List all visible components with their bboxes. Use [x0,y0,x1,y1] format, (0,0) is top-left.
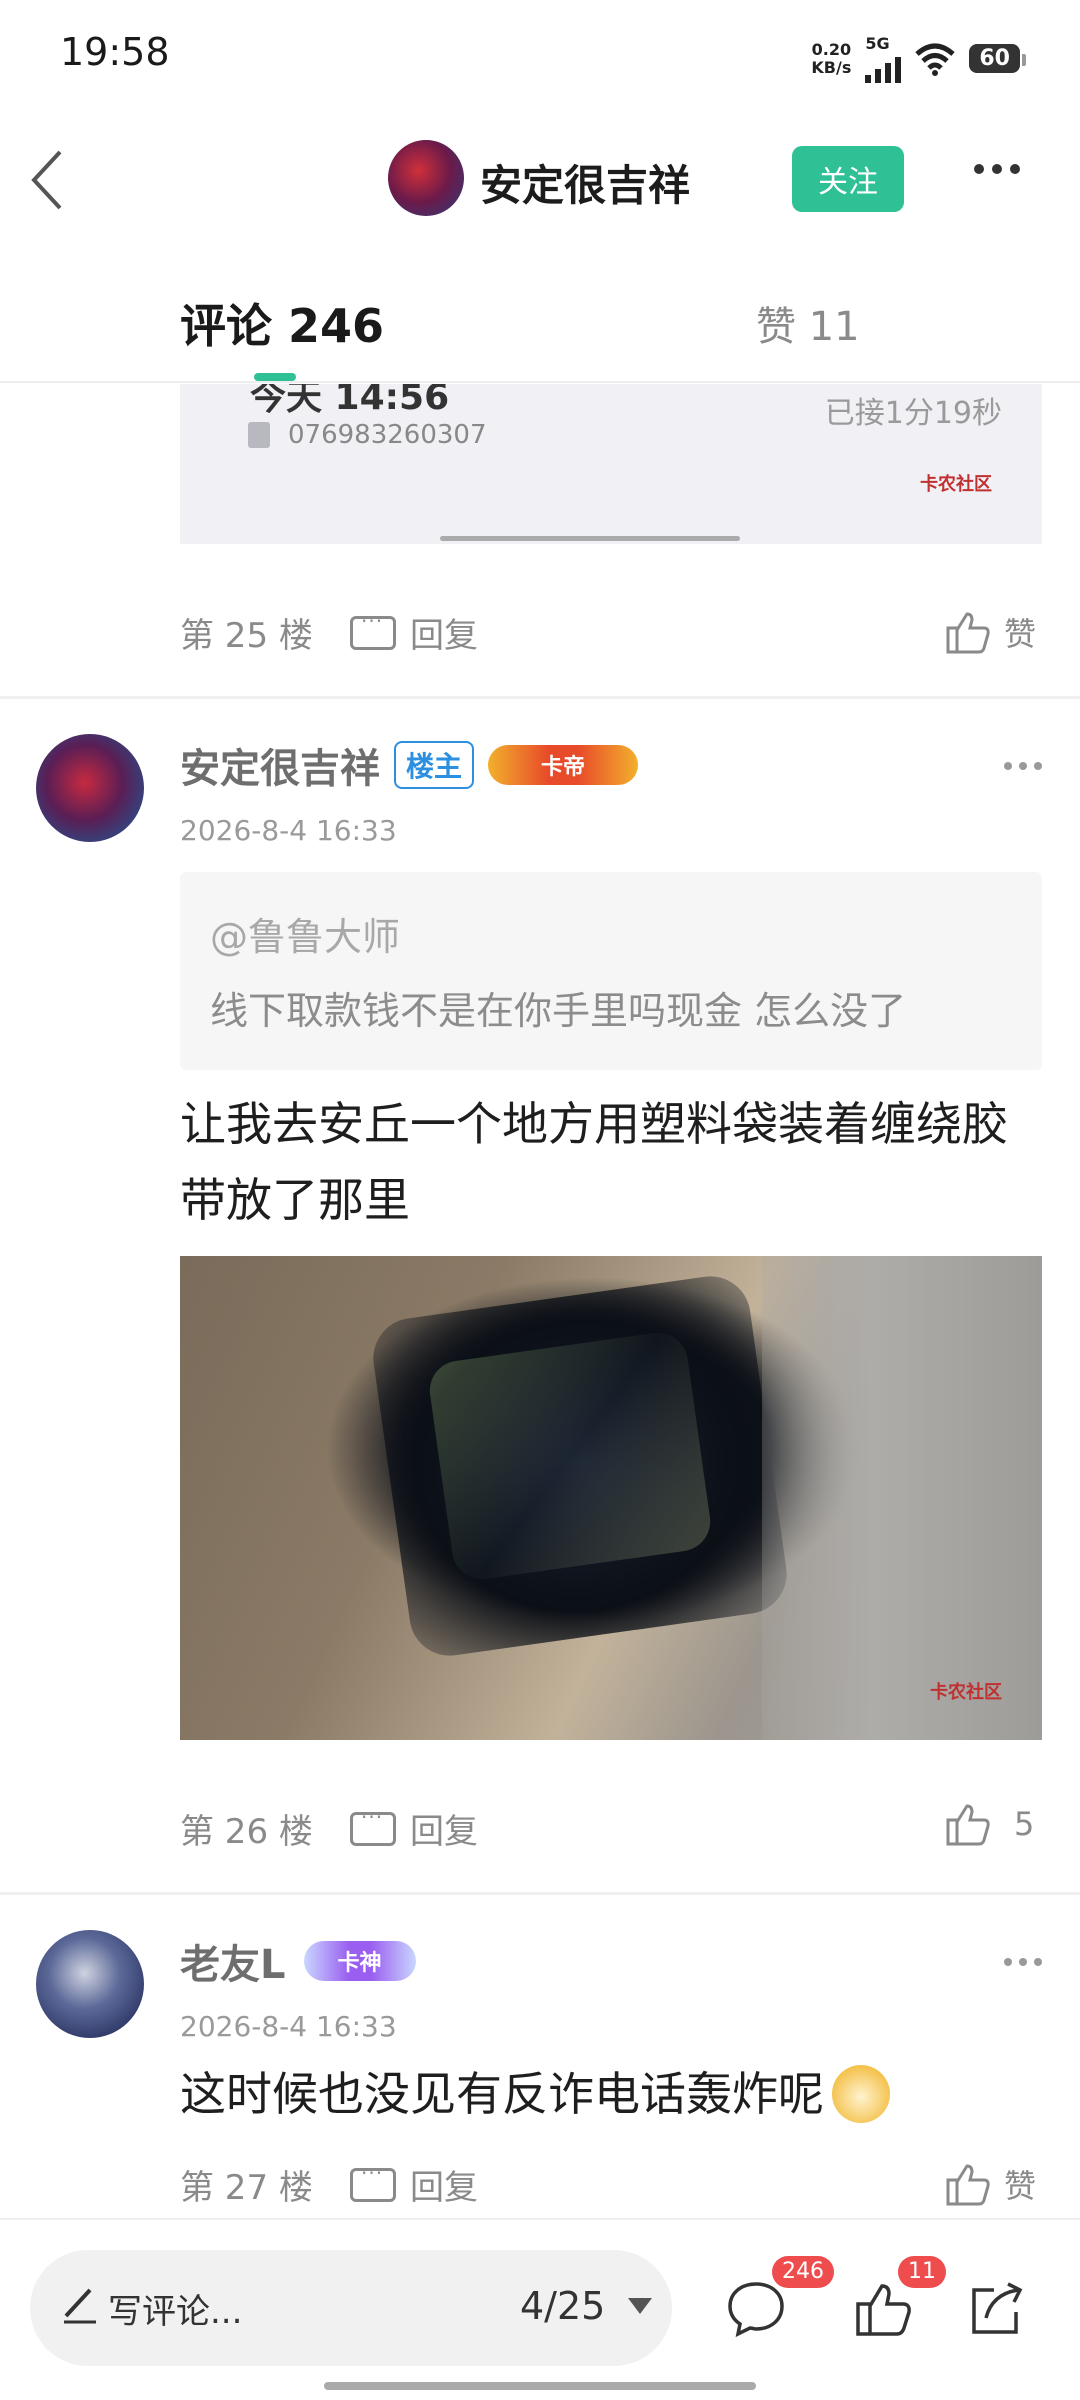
reply-label: 回复 [410,1812,478,1852]
call-duration: 已接1分19秒 [824,396,1002,431]
quoted-text: 线下取款钱不是在你手里吗现金 怎么没了 [210,989,907,1033]
thumbs-up-icon[interactable] [850,2276,914,2340]
comment-body-line: 带放了那里 [180,1173,410,1227]
reply-label: 回复 [410,2168,478,2208]
quoted-reply[interactable]: @鲁鲁大师 线下取款钱不是在你手里吗现金 怎么没了 [180,872,1042,1070]
comment-author[interactable]: 安定很吉祥 [180,736,380,794]
comment-body-text: 这时候也没见有反诈电话轰炸呢 [180,2067,824,2121]
floor-number: 第 26 楼 [180,1812,313,1852]
like-button[interactable]: 赞 [944,608,1036,656]
follow-button[interactable]: 关注 [792,146,904,212]
reply-label: 回复 [410,616,478,656]
comment-more-icon[interactable] [1004,762,1042,770]
like-button[interactable]: 赞 [944,2160,1036,2208]
rank-badge: 卡帝 [488,745,639,785]
floor-number: 第 25 楼 [180,616,313,656]
tabs-divider [0,381,1080,383]
tab-indicator [254,373,296,381]
tab-likes[interactable]: 赞 11 [756,294,860,352]
caret-down-icon[interactable] [628,2298,652,2314]
net-speed: 0.20 KB/s [811,39,852,77]
avatar[interactable] [36,1930,144,2038]
avatar[interactable] [36,734,144,842]
floor-number: 第 27 楼 [180,2168,313,2208]
reply-button[interactable]: 回复 [350,608,478,657]
comment-body-line: 让我去安丘一个地方用塑料袋装着缠绕胶 [180,1097,1008,1151]
tab-comments[interactable]: 评论 246 [180,290,384,356]
comment-body: 这时候也没见有反诈电话轰炸呢 [180,2056,1042,2132]
comment-count-badge: 246 [772,2256,834,2288]
net-speed-value: 0.20 [811,39,852,59]
call-log-image[interactable]: 今天 14:56 已接1分19秒 076983260307 卡农社区 [180,384,1042,544]
comment-icon[interactable] [724,2276,788,2340]
like-button[interactable]: 5 [944,1800,1034,1848]
photo-tape [425,1328,715,1584]
call-number: 076983260307 [288,420,487,450]
watermark-logo: 卡农社区 [930,1682,1002,1703]
comment-divider [0,696,1080,699]
photo-edge [762,1256,1042,1740]
thumbs-up-icon [946,2164,990,2206]
like-label: 赞 [1004,2167,1037,2205]
quoted-user[interactable]: @鲁鲁大师 [210,906,400,961]
wifi-icon [915,43,956,76]
back-arrow-icon[interactable] [20,140,80,220]
status-icons: 0.20 KB/s 5G 60 [811,34,1026,83]
watermark-logo: 卡农社区 [920,474,992,495]
more-options-icon[interactable] [974,164,1020,174]
comment-photo[interactable]: 卡农社区 [180,1256,1042,1740]
comment-more-icon[interactable] [1004,1958,1042,1966]
page-indicator[interactable]: 4/25 [520,2284,605,2328]
battery-icon: 60 [969,44,1026,73]
net-speed-unit: KB/s [811,57,852,77]
reply-icon [350,609,396,650]
status-time: 19:58 [60,30,170,74]
comment-date: 2026-8-4 16:33 [180,2010,397,2043]
pen-icon [64,2288,96,2324]
write-comment-placeholder[interactable]: 写评论... [108,2284,242,2333]
author-avatar[interactable] [388,140,464,216]
comment-date: 2026-8-4 16:33 [180,814,397,847]
comment-author[interactable]: 老友L [180,1932,286,1990]
rank-badge: 卡神 [303,1941,416,1981]
comment-divider [0,1892,1080,1895]
reply-icon [350,1805,396,1846]
thumbs-up-icon [946,1804,990,1846]
network-type: 5G [865,34,890,53]
reply-button[interactable]: 回复 [350,1804,478,1853]
author-name[interactable]: 安定很吉祥 [480,152,690,213]
thumbs-up-icon [946,612,990,654]
home-indicator[interactable] [324,2382,756,2390]
comment-header: 安定很吉祥 楼主 卡帝 [180,736,639,794]
sim-icon [248,422,270,448]
reply-button[interactable]: 回复 [350,2160,478,2209]
cell-signal-icon: 5G [865,34,902,83]
share-icon[interactable] [964,2276,1028,2340]
like-count: 5 [1014,1805,1035,1843]
comment-header: 老友L 卡神 [180,1932,416,1990]
image-scroll-indicator [440,536,740,541]
reply-icon [350,2161,396,2202]
call-time: 今天 14:56 [250,384,450,418]
doge-emoji-icon [832,2065,890,2123]
host-badge: 楼主 [394,741,475,789]
comment-body: 让我去安丘一个地方用塑料袋装着缠绕胶 带放了那里 [180,1086,1042,1238]
like-label: 赞 [1004,615,1037,653]
like-count-badge: 11 [898,2256,946,2288]
